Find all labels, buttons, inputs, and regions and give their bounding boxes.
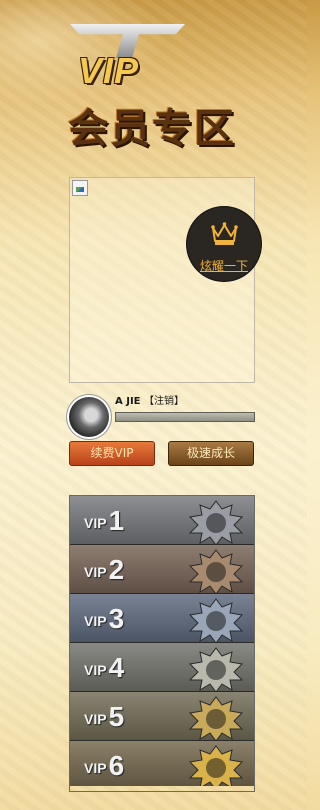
vip-level-4[interactable]: VIP4 — [70, 643, 254, 692]
cf-vip-logo: VIP — [70, 14, 190, 94]
vip-level-number: 3 — [108, 603, 125, 634]
vip-level-label: VIP6 — [84, 750, 124, 782]
vip-level-prefix: VIP — [84, 613, 107, 629]
vip-level-prefix: VIP — [84, 564, 107, 580]
vip-badge-icon — [188, 696, 244, 740]
logout-link[interactable]: 【注销】 — [144, 396, 184, 407]
vip-level-prefix: VIP — [84, 662, 107, 678]
vip-badge-icon — [188, 598, 244, 642]
vip-level-3[interactable]: VIP3 — [70, 594, 254, 643]
vip-level-label: VIP2 — [84, 554, 124, 586]
renew-vip-button[interactable]: 续费VIP — [69, 441, 155, 466]
vip-level-number: 6 — [108, 750, 125, 781]
vip-level-label: VIP5 — [84, 701, 124, 733]
vip-badge-icon — [188, 647, 244, 691]
vip-level-prefix: VIP — [84, 515, 107, 531]
crown-icon — [211, 222, 238, 245]
vip-level-number: 2 — [108, 554, 125, 585]
vip-level-number: 5 — [108, 701, 125, 732]
vip-level-label: VIP4 — [84, 652, 124, 684]
vip-level-6[interactable]: VIP6 — [70, 741, 254, 786]
vip-level-1[interactable]: VIP1 — [70, 496, 254, 545]
experience-bar — [115, 412, 255, 422]
page-title: 会员专区 — [68, 106, 236, 152]
vip-badge-icon — [188, 549, 244, 593]
vip-level-prefix: VIP — [84, 711, 107, 727]
vip-badge-icon — [188, 500, 244, 544]
vip-level-number: 1 — [108, 505, 125, 536]
show-off-label[interactable]: 炫耀一下 — [187, 257, 261, 274]
vip-level-label: VIP1 — [84, 505, 124, 537]
vip-level-label: VIP3 — [84, 603, 124, 635]
fast-growth-button[interactable]: 极速成长 — [168, 441, 254, 466]
vip-badge-icon — [188, 745, 244, 786]
vip-level-2[interactable]: VIP2 — [70, 545, 254, 594]
user-info: A JIE 【注销】 — [115, 392, 184, 407]
username: A JIE — [115, 396, 141, 407]
broken-image-icon — [72, 180, 88, 196]
show-off-button[interactable]: 炫耀一下 — [187, 207, 261, 281]
vip-level-number: 4 — [108, 652, 125, 683]
avatar — [69, 397, 109, 437]
logo-vip-text: VIP — [78, 50, 140, 91]
vip-level-prefix: VIP — [84, 760, 107, 776]
vip-level-list: VIP1 VIP2 VIP3 VIP4 VIP5 VIP6 — [69, 495, 255, 792]
vip-level-5[interactable]: VIP5 — [70, 692, 254, 741]
